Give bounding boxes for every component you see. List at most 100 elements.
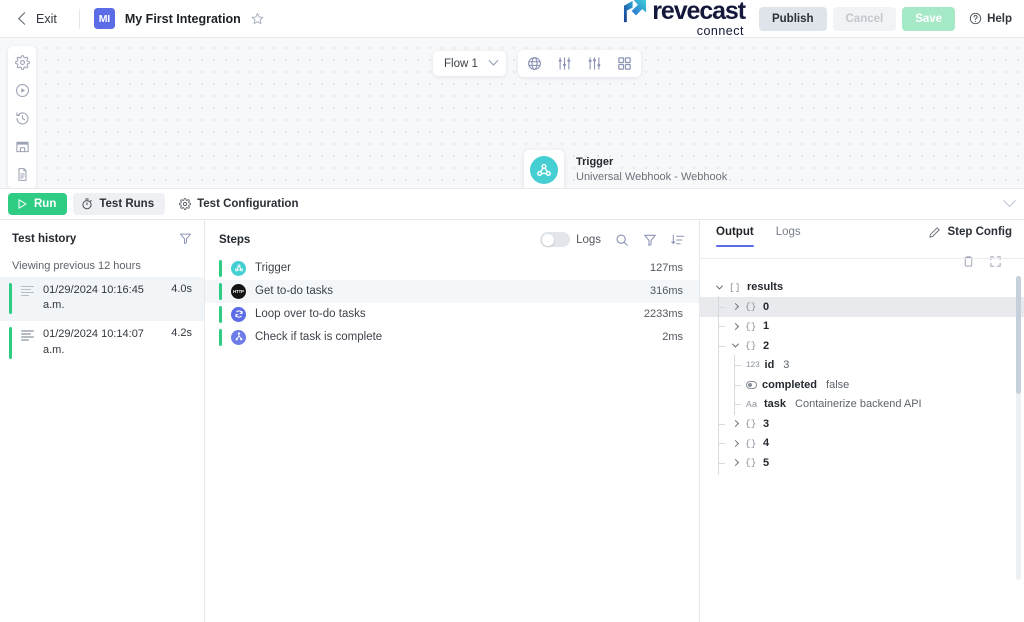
chevron-down-icon[interactable]	[1003, 194, 1016, 207]
step-row[interactable]: HTTP Get to-do tasks 316ms	[205, 280, 699, 303]
step-config-button[interactable]: Step Config	[928, 226, 1012, 239]
chevron-right-icon[interactable]	[730, 324, 740, 329]
help-label: Help	[987, 13, 1012, 25]
cancel-button[interactable]: Cancel	[833, 7, 897, 31]
json-tree-row[interactable]: completed false	[714, 375, 1024, 395]
json-tree-row[interactable]: {} 4	[714, 434, 1024, 454]
output-divider	[700, 258, 1024, 259]
stopwatch-icon	[81, 198, 93, 210]
json-tree-row[interactable]: {} 0	[700, 297, 1024, 317]
scrollbar-thumb[interactable]	[1016, 276, 1021, 394]
flow-canvas[interactable]: Flow 1	[0, 38, 1024, 188]
test-configuration-label: Test Configuration	[197, 198, 298, 210]
tree-guide	[714, 356, 725, 376]
test-history-item[interactable]: 01/29/2024 10:14:07 a.m. 4.2s	[0, 321, 204, 366]
test-toolbar: Run Test Runs Test Configuration	[0, 188, 1024, 220]
help-circle-icon	[969, 12, 982, 25]
tree-guide	[730, 356, 741, 376]
bottom-panels: Test history Viewing previous 12 hours 0…	[0, 220, 1024, 622]
json-tree-row[interactable]: Aa task Containerize backend API	[714, 395, 1024, 415]
tree-guide	[714, 434, 725, 454]
save-button[interactable]: Save	[902, 7, 955, 31]
type-glyph: {}	[745, 340, 758, 351]
filter-icon[interactable]	[643, 233, 657, 247]
test-runs-button[interactable]: Test Runs	[73, 193, 165, 215]
history-clock-icon[interactable]	[10, 108, 34, 129]
output-panel: Output Logs Step Config	[700, 220, 1024, 622]
test-history-timestamp: 01/29/2024 10:16:45 a.m.	[43, 283, 158, 315]
tree-guide	[730, 395, 741, 415]
sliders-icon[interactable]	[556, 55, 573, 72]
json-key: 3	[763, 418, 769, 430]
type-glyph: {}	[745, 438, 758, 449]
type-glyph: []	[729, 282, 742, 293]
brand-wordmark: revecast	[652, 0, 745, 24]
output-action-icons	[700, 252, 1024, 274]
json-key: 4	[763, 437, 769, 449]
document-icon[interactable]	[10, 164, 34, 185]
node-text: Trigger Universal Webhook - Webhook	[576, 155, 727, 185]
grid-layout-icon[interactable]	[616, 55, 633, 72]
sort-icon[interactable]	[671, 233, 685, 247]
test-runs-label: Test Runs	[99, 198, 154, 210]
logs-toggle-label: Logs	[576, 234, 601, 246]
exit-button[interactable]: Exit	[14, 9, 63, 29]
chevron-down-icon[interactable]	[714, 285, 724, 290]
logs-toggle[interactable]	[540, 232, 570, 247]
step-config-label: Step Config	[947, 226, 1012, 238]
flow-node-trigger[interactable]: Trigger Universal Webhook - Webhook	[524, 150, 734, 188]
json-value: false	[826, 379, 849, 391]
json-tree-row[interactable]: {} 5	[714, 453, 1024, 473]
json-value: Containerize backend API	[795, 398, 922, 410]
step-row[interactable]: Loop over to-do tasks 2233ms	[205, 303, 699, 326]
chevron-right-icon[interactable]	[730, 441, 740, 446]
globe-icon[interactable]	[526, 55, 543, 72]
tree-guide	[730, 375, 741, 395]
step-row[interactable]: Check if task is complete 2ms	[205, 326, 699, 349]
json-key: 0	[763, 301, 769, 313]
json-key: results	[747, 281, 783, 293]
output-scrollbar[interactable]	[1016, 276, 1021, 581]
play-circle-icon[interactable]	[10, 80, 34, 101]
chevron-right-icon[interactable]	[730, 304, 740, 309]
test-configuration-button[interactable]: Test Configuration	[171, 193, 306, 215]
clipboard-copy-icon[interactable]	[962, 255, 975, 268]
step-row[interactable]: Trigger 127ms	[205, 257, 699, 280]
marketplace-store-icon[interactable]	[10, 136, 34, 157]
publish-button[interactable]: Publish	[759, 7, 827, 31]
filter-icon[interactable]	[179, 232, 192, 245]
star-outline-icon[interactable]	[251, 12, 264, 25]
header-divider	[79, 9, 80, 29]
json-tree-row[interactable]: {} 2	[714, 336, 1024, 356]
json-tree-row[interactable]: {} 3	[714, 414, 1024, 434]
output-json-tree[interactable]: [] results {} 0 {} 1	[700, 274, 1024, 622]
tab-output[interactable]: Output	[716, 226, 754, 247]
test-history-item[interactable]: 01/29/2024 10:16:45 a.m. 4.0s	[0, 277, 204, 322]
chevron-right-icon[interactable]	[730, 421, 740, 426]
json-tree-row[interactable]: [] results	[714, 278, 1024, 298]
help-button[interactable]: Help	[969, 12, 1012, 25]
flow-graph: Trigger Universal Webhook - Webhook HTTP…	[524, 150, 734, 188]
run-button[interactable]: Run	[8, 193, 67, 215]
chevron-down-icon[interactable]	[730, 343, 740, 348]
json-tree-row[interactable]: 123 id 3	[714, 356, 1024, 376]
chevron-right-icon[interactable]	[730, 460, 740, 465]
json-tree-row[interactable]: {} 1	[714, 317, 1024, 337]
page-title: My First Integration	[125, 12, 241, 26]
flow-selector[interactable]: Flow 1	[433, 51, 506, 76]
node-icon-card[interactable]	[524, 150, 564, 188]
chevron-left-icon	[18, 12, 31, 25]
search-icon[interactable]	[615, 233, 629, 247]
flow-selector-label: Flow 1	[444, 58, 478, 70]
filters-icon[interactable]	[586, 55, 603, 72]
step-duration: 127ms	[650, 262, 683, 274]
settings-gear-icon[interactable]	[10, 52, 34, 73]
tab-logs[interactable]: Logs	[776, 226, 801, 247]
status-bar	[219, 260, 222, 277]
type-glyph: {}	[745, 418, 758, 429]
type-glyph: Aa	[746, 399, 759, 410]
webhook-icon	[231, 261, 246, 276]
run-log-icon	[21, 330, 34, 341]
expand-fullscreen-icon[interactable]	[989, 255, 1002, 268]
test-history-header: Test history	[0, 224, 204, 254]
